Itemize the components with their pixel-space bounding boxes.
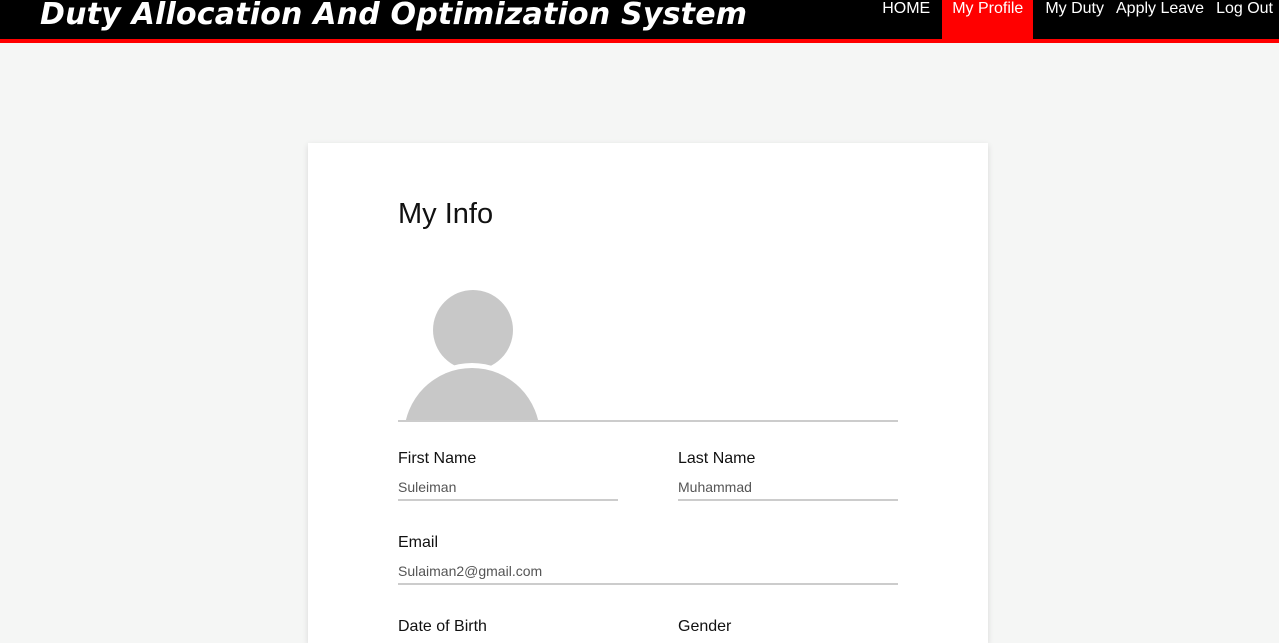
- date-of-birth-label: Date of Birth: [398, 618, 487, 635]
- email-label: Email: [398, 534, 439, 551]
- nav-home[interactable]: HOME: [876, 0, 942, 39]
- main-nav: HOME My Profile My Duty Apply Leave Log …: [876, 0, 1279, 39]
- last-name-field[interactable]: [678, 475, 898, 501]
- nav-my-profile[interactable]: My Profile: [942, 0, 1034, 39]
- email-field[interactable]: [398, 559, 898, 585]
- app-title: Duty Allocation And Optimization System: [40, 0, 748, 32]
- profile-card: My Info First Name Last Name Email Date …: [308, 143, 988, 643]
- avatar-section: [398, 283, 898, 422]
- last-name-label: Last Name: [678, 450, 756, 467]
- first-name-field[interactable]: [398, 475, 618, 501]
- top-navbar: Duty Allocation And Optimization System …: [0, 0, 1279, 43]
- nav-log-out[interactable]: Log Out: [1210, 0, 1279, 39]
- first-name-label: First Name: [398, 450, 477, 467]
- page-title: My Info: [398, 198, 494, 230]
- gender-label: Gender: [678, 618, 732, 635]
- avatar-body-shape: [404, 368, 540, 420]
- avatar-head-shape: [433, 290, 513, 370]
- nav-my-duty[interactable]: My Duty: [1033, 0, 1110, 39]
- nav-apply-leave[interactable]: Apply Leave: [1110, 0, 1210, 39]
